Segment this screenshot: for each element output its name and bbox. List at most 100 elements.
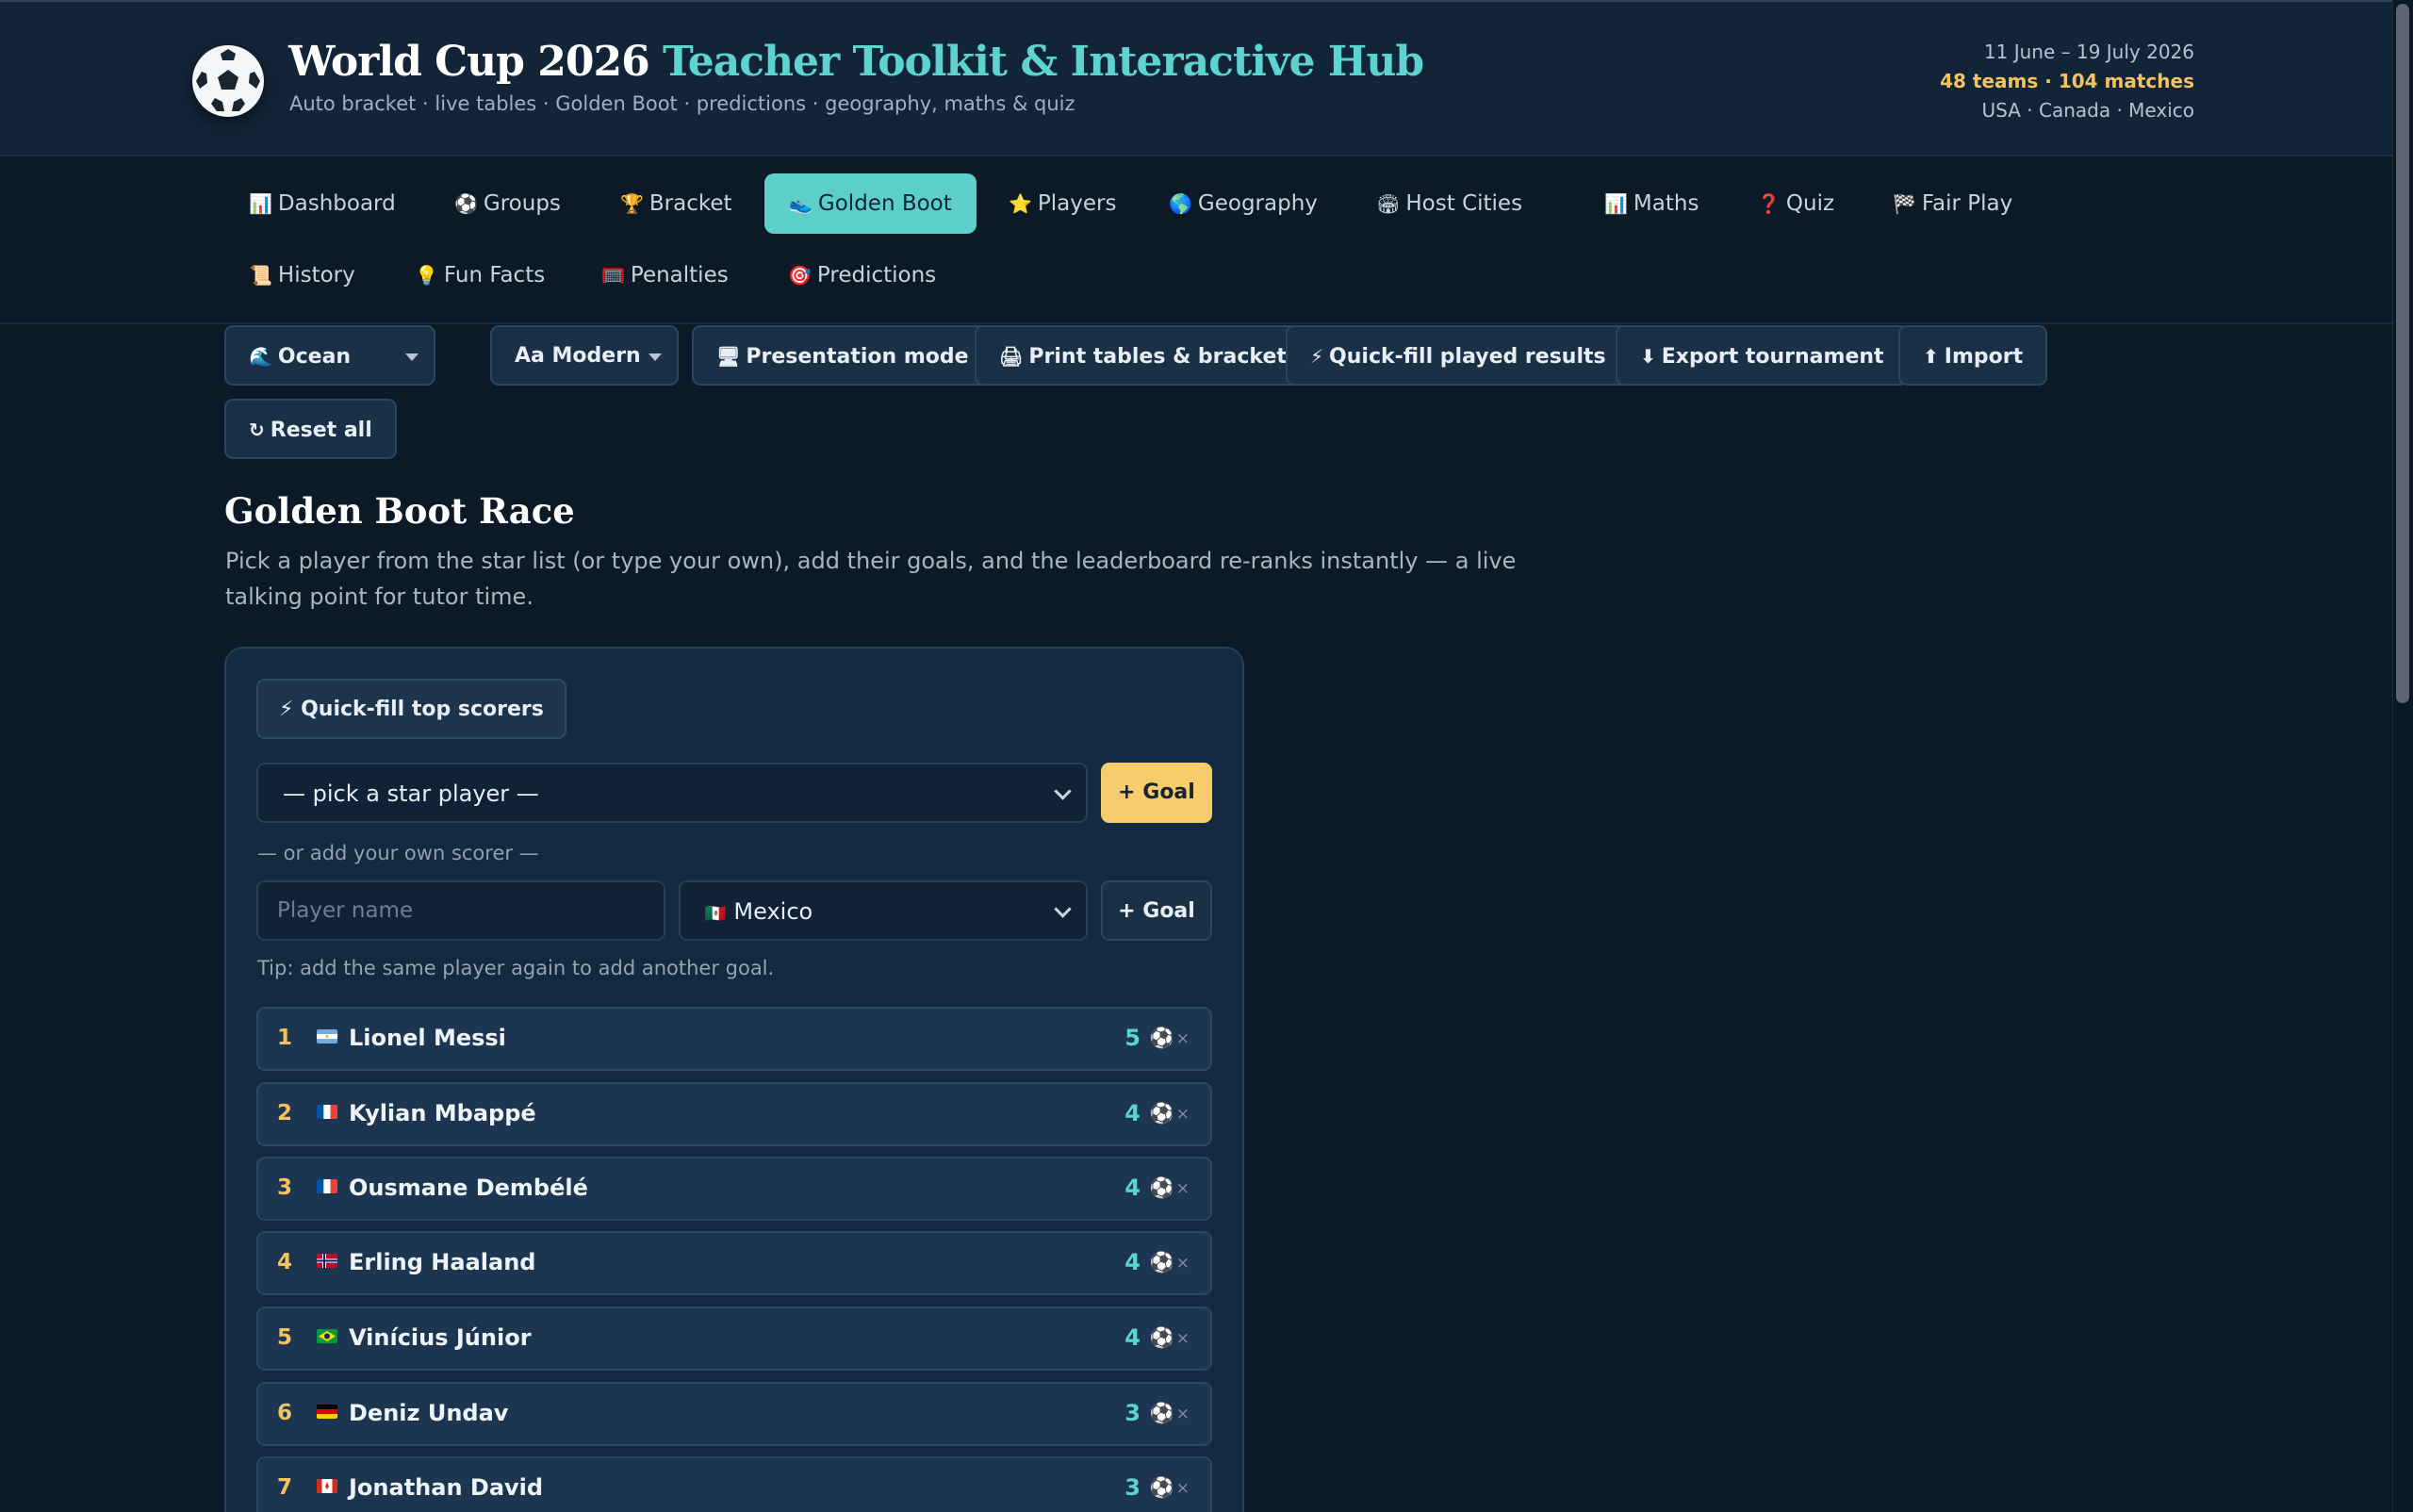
- checkered-flag-icon: 🏁: [1893, 192, 1916, 215]
- player-name: Vinícius Júnior: [349, 1324, 532, 1351]
- country-select[interactable]: 🇲🇽 Mexico: [679, 880, 1088, 941]
- tab-dashboard[interactable]: 📊 Dashboard: [224, 173, 420, 234]
- tab-geography[interactable]: 🌎 Geography: [1144, 173, 1342, 234]
- player-name: Lionel Messi: [349, 1025, 506, 1051]
- rank-number: 5: [277, 1325, 293, 1350]
- target-icon: 🎯: [788, 264, 812, 287]
- leaderboard-row: 4 Erling Haaland 4 ⚽ ×: [256, 1231, 1212, 1295]
- presentation-mode-button[interactable]: 🖥 Presentation mode: [692, 325, 993, 386]
- soccer-ball-icon: ⚽: [1149, 1476, 1174, 1499]
- tab-golden-boot[interactable]: 👟 Golden Boot: [764, 173, 977, 234]
- or-divider-label: — or add your own scorer —: [257, 842, 539, 864]
- chevron-down-icon: [1054, 900, 1072, 918]
- reset-all-button[interactable]: ↻ Reset all: [224, 399, 397, 459]
- goal-count: 3: [1124, 1400, 1141, 1426]
- soccer-ball-icon: ⚽: [1149, 1102, 1174, 1125]
- star-player-select[interactable]: — pick a star player —: [256, 763, 1088, 823]
- lightbulb-icon: 💡: [415, 264, 438, 287]
- soccer-ball-icon: ⚽: [1149, 1027, 1174, 1049]
- quick-fill-results-button[interactable]: ⚡ Quick-fill played results: [1286, 325, 1631, 386]
- monitor-icon: 🖥: [716, 345, 741, 368]
- canada-flag-icon: [317, 1479, 337, 1493]
- remove-icon[interactable]: ×: [1176, 1179, 1190, 1198]
- remove-icon[interactable]: ×: [1176, 1105, 1190, 1124]
- tab-predictions[interactable]: 🎯 Predictions: [763, 245, 960, 305]
- scrollbar-thumb[interactable]: [2396, 4, 2409, 703]
- scrollbar[interactable]: [2392, 0, 2413, 1512]
- brazil-flag-icon: [317, 1329, 337, 1343]
- player-name: Erling Haaland: [349, 1249, 536, 1275]
- player-name-input[interactable]: [256, 880, 665, 941]
- goal-count: 5: [1124, 1025, 1141, 1051]
- page-description: Pick a player from the star list (or typ…: [225, 548, 1517, 610]
- goal-count: 4: [1124, 1100, 1141, 1126]
- app-title: World Cup 2026 Teacher Toolkit & Interac…: [288, 38, 1424, 86]
- chevron-down-icon: [1054, 782, 1072, 800]
- printer-icon: 🖨: [999, 345, 1024, 368]
- globe-icon: 🌎: [1169, 192, 1192, 215]
- rank-number: 6: [277, 1401, 293, 1425]
- remove-icon[interactable]: ×: [1176, 1329, 1190, 1348]
- rank-number: 4: [277, 1250, 293, 1274]
- player-name: Jonathan David: [349, 1474, 544, 1501]
- page-title: Golden Boot Race: [224, 490, 575, 532]
- remove-icon[interactable]: ×: [1176, 1479, 1190, 1498]
- goal-count: 4: [1124, 1175, 1141, 1201]
- leaderboard-row: 3 Ousmane Dembélé 4 ⚽ ×: [256, 1157, 1212, 1221]
- rank-number: 3: [277, 1175, 293, 1200]
- download-icon: ⬇: [1640, 345, 1656, 368]
- france-flag-icon: [317, 1179, 337, 1193]
- leaderboard-row: 6 Deniz Undav 3 ⚽ ×: [256, 1382, 1212, 1446]
- theme-select[interactable]: 🌊 Ocean: [224, 325, 435, 386]
- tab-bracket[interactable]: 🏆 Bracket: [596, 173, 757, 234]
- soccer-ball-icon: ⚽: [1149, 1176, 1174, 1199]
- tab-fair-play[interactable]: 🏁 Fair Play: [1868, 173, 2037, 234]
- add-star-goal-button[interactable]: + Goal: [1101, 763, 1212, 823]
- add-custom-goal-button[interactable]: + Goal: [1101, 880, 1212, 941]
- trophy-icon: 🏆: [620, 192, 644, 215]
- font-select[interactable]: Aa Modern: [490, 325, 679, 386]
- tab-quiz[interactable]: ❓ Quiz: [1732, 173, 1859, 234]
- player-name: Ousmane Dembélé: [349, 1175, 588, 1201]
- soccer-ball-icon: ⚽: [1149, 1326, 1174, 1349]
- argentina-flag-icon: [317, 1029, 337, 1044]
- goal-count: 4: [1124, 1324, 1141, 1351]
- question-icon: ❓: [1757, 192, 1781, 215]
- tournament-info: 11 June – 19 July 2026 48 teams · 104 ma…: [1940, 38, 2194, 125]
- tab-groups[interactable]: ⚽ Groups: [430, 173, 585, 234]
- tab-history[interactable]: 📜 History: [224, 245, 380, 305]
- tab-penalties[interactable]: 🥅 Penalties: [577, 245, 753, 305]
- lightning-icon: ⚡: [1310, 345, 1324, 368]
- goal-count: 4: [1124, 1249, 1141, 1275]
- tab-players[interactable]: ⭐ Players: [984, 173, 1141, 234]
- remove-icon[interactable]: ×: [1176, 1405, 1190, 1423]
- france-flag-icon: [317, 1105, 337, 1119]
- leaderboard-row: 2 Kylian Mbappé 4 ⚽ ×: [256, 1082, 1212, 1146]
- nav-divider: [0, 322, 2394, 324]
- tab-fun-facts[interactable]: 💡 Fun Facts: [390, 245, 569, 305]
- remove-icon[interactable]: ×: [1176, 1254, 1190, 1273]
- germany-flag-icon: [317, 1405, 337, 1419]
- soccer-ball-icon: ⚽: [1149, 1251, 1174, 1274]
- chart-icon: 📊: [1604, 192, 1628, 215]
- stadium-icon: 🏟: [1376, 192, 1401, 215]
- tab-host-cities[interactable]: 🏟 Host Cities: [1352, 173, 1547, 234]
- remove-icon[interactable]: ×: [1176, 1029, 1190, 1048]
- player-name: Deniz Undav: [349, 1400, 509, 1426]
- rank-number: 2: [277, 1101, 293, 1126]
- app-subtitle: Auto bracket · live tables · Golden Boot…: [289, 92, 1075, 115]
- refresh-icon: ↻: [249, 419, 265, 441]
- soccer-ball-icon: ⚽: [454, 192, 478, 215]
- quick-fill-scorers-button[interactable]: ⚡ Quick-fill top scorers: [256, 679, 566, 739]
- import-button[interactable]: ⬆ Import: [1898, 325, 2048, 386]
- export-button[interactable]: ⬇ Export tournament: [1616, 325, 1909, 386]
- rank-number: 7: [277, 1475, 293, 1500]
- tab-maths[interactable]: 📊 Maths: [1580, 173, 1723, 234]
- boot-icon: 👟: [789, 192, 813, 215]
- tournament-dates: 11 June – 19 July 2026: [1983, 41, 2194, 63]
- player-name: Kylian Mbappé: [349, 1100, 536, 1126]
- soccer-ball-icon: ⚽: [1149, 1402, 1174, 1424]
- rank-number: 1: [277, 1026, 293, 1050]
- goal-count: 3: [1124, 1474, 1141, 1501]
- print-button[interactable]: 🖨 Print tables & bracket: [975, 325, 1311, 386]
